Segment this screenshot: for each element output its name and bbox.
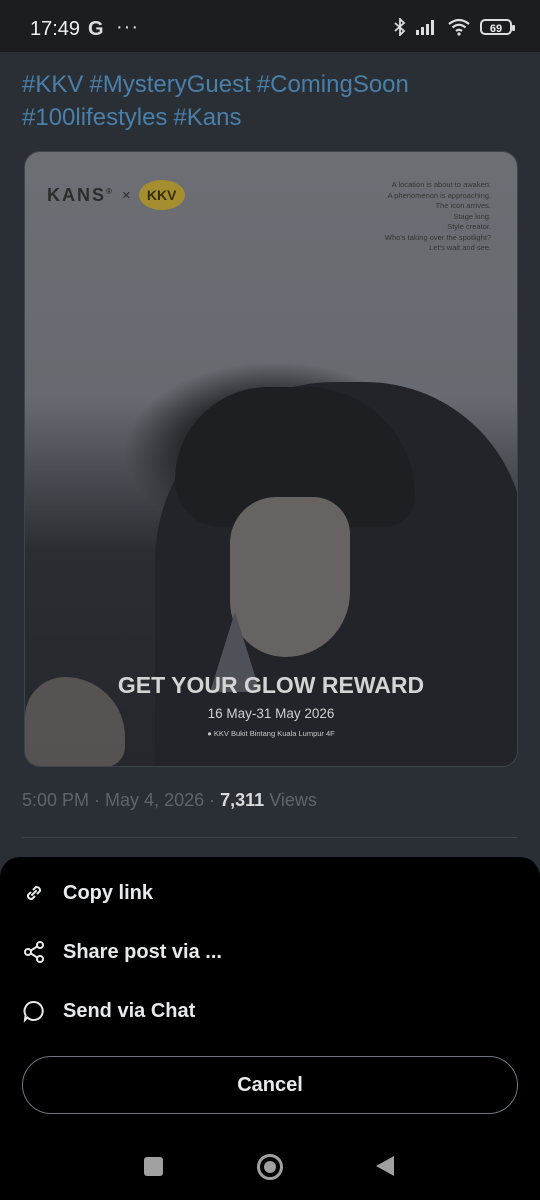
status-icons: 69 — [394, 18, 515, 36]
kkv-logo: KKV — [138, 180, 185, 210]
hashtag-link[interactable]: #100lifestyles — [22, 104, 167, 131]
share-icon — [22, 940, 46, 964]
copy-link-option[interactable]: Copy link — [22, 881, 153, 905]
kans-logo: KANS® — [47, 184, 114, 205]
share-bottom-sheet: Copy link Share post via ... Send via Ch… — [0, 857, 540, 1133]
back-button-icon[interactable] — [376, 1156, 394, 1176]
tweet-media-poster[interactable]: KANS® × KKV A location is about to awake… — [24, 151, 518, 767]
cancel-button[interactable]: Cancel — [22, 1056, 518, 1114]
send-via-chat-label: Send via Chat — [63, 999, 196, 1022]
poster-headline: GET YOUR GLOW REWARD — [117, 672, 425, 698]
divider — [22, 837, 517, 838]
tweet-date: May 4, 2026 — [105, 790, 205, 810]
poster-dates: 16 May-31 May 2026 — [207, 706, 335, 721]
clock: 17:49 — [30, 18, 81, 40]
share-post-label: Share post via ... — [63, 940, 222, 963]
hashtag-link[interactable]: #KKV — [22, 71, 83, 98]
views-count: 7,311 — [220, 790, 265, 810]
bluetooth-icon — [394, 18, 406, 36]
brand-logos: KANS® × KKV — [47, 180, 185, 210]
hashtag-link[interactable]: #MysteryGuest — [89, 71, 250, 98]
tweet-hashtags: #KKV #MysteryGuest #ComingSoon #100lifesty… — [22, 68, 522, 134]
chat-bubble-icon — [22, 999, 46, 1023]
system-nav-bar — [0, 1133, 540, 1200]
copy-link-label: Copy link — [63, 881, 154, 904]
link-icon — [22, 881, 46, 905]
home-button-icon[interactable] — [257, 1154, 283, 1180]
send-via-chat-option[interactable]: Send via Chat — [22, 999, 195, 1023]
tweet-meta: 5:00 PM · May 4, 2026 · 7,311 Views — [22, 790, 317, 810]
wifi-icon — [448, 18, 470, 36]
status-bar: 17:49 G ··· 69 — [0, 0, 540, 52]
more-notifications-icon: ··· — [116, 16, 139, 38]
views-label: Views — [269, 790, 317, 810]
share-post-option[interactable]: Share post via ... — [22, 940, 222, 964]
poster-tagline: A location is about to awaken. A phenome… — [384, 180, 491, 252]
poster-venue: ● KKV Bukit Bintang Kuala Lumpur 4F — [207, 729, 335, 738]
hashtag-link[interactable]: #Kans — [173, 104, 241, 131]
google-icon: G — [88, 18, 104, 40]
battery-icon: 69 — [480, 19, 515, 35]
hashtag-link[interactable]: #ComingSoon — [257, 71, 409, 98]
recents-button-icon[interactable] — [144, 1157, 163, 1176]
collab-x: × — [121, 186, 131, 204]
location-pin-icon: ● — [207, 729, 212, 738]
signal-icon — [416, 20, 434, 35]
tweet-time: 5:00 PM — [22, 790, 90, 810]
